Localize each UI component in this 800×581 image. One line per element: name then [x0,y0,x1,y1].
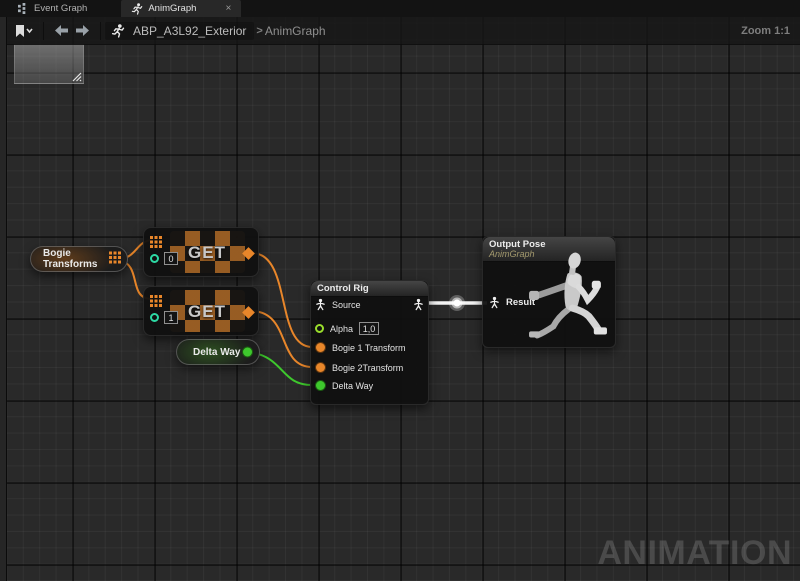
graph-toolbar: ABP_A3L92_Exterior > AnimGraph Zoom 1:1 [7,17,800,45]
pin-delta-way-in[interactable] [315,380,326,391]
event-graph-icon [18,3,29,14]
tab-animgraph[interactable]: AnimGraph × [121,0,241,17]
pin-label: Source [332,300,361,310]
get-node-title: GET [168,243,246,263]
pin-label: Alpha [330,324,353,334]
node-output-pose[interactable]: Output Pose AnimGraph Result [482,236,616,348]
get0-index-value[interactable]: 0 [164,252,178,265]
node-control-rig[interactable]: Control Rig Source Alpha 1,0 Bogie 1 Tra… [310,280,429,405]
pose-pin-icon [413,298,424,311]
alpha-value-field[interactable]: 1,0 [359,322,379,335]
animgraph-editor-window: ANIMATION Event Graph [0,0,800,581]
window-left-strip [0,0,7,581]
get-node-title: GET [168,302,246,322]
pin-bogie1-transform-in[interactable] [315,342,326,353]
array-grid-pin-icon [109,252,121,264]
pin-control-rig-pose-out[interactable] [413,298,424,316]
tab-event-graph[interactable]: Event Graph [8,0,97,17]
pin-bogie-transforms-array-out[interactable] [109,252,121,267]
breadcrumb-separator-icon: > [256,25,262,37]
node-header[interactable]: Control Rig [311,281,428,297]
row-delta-way: Delta Way [315,380,373,391]
row-source: Source [315,298,361,311]
pin-bogie2-transform-in[interactable] [315,362,326,373]
running-person-icon [111,24,125,38]
running-person-icon [131,3,143,15]
pin-label: Delta Way [332,381,373,391]
pin-alpha-in[interactable] [315,324,324,333]
node-variable-bogie-transforms[interactable]: Bogie Transforms [30,246,128,272]
tab-close-icon[interactable]: × [212,3,232,14]
pose-pin-icon[interactable] [489,296,500,309]
pin-get0-index-in[interactable] [150,254,159,263]
graph-type-watermark: ANIMATION [597,534,792,573]
toolbar-separator [100,22,101,40]
array-grid-pin-icon [150,295,162,307]
pin-get1-index-in[interactable] [150,313,159,322]
zoom-level-label: Zoom 1:1 [741,25,790,37]
array-grid-pin-icon [150,236,162,248]
pin-label: Bogie 1 Transform [332,343,406,353]
tab-label: AnimGraph [148,3,196,14]
row-bogie2-transform: Bogie 2Transform [315,362,403,373]
back-arrow-icon[interactable] [54,25,69,36]
node-get-0[interactable]: GET 0 [143,227,259,277]
breadcrumb-root[interactable]: ABP_A3L92_Exterior [133,24,246,38]
tab-label: Event Graph [34,3,87,14]
toolbar-separator [43,22,44,40]
breadcrumb-current[interactable]: AnimGraph [265,24,326,38]
node-variable-delta-way[interactable]: Delta Way [176,339,260,365]
row-bogie1-transform: Bogie 1 Transform [315,342,406,353]
pose-pin-icon[interactable] [315,298,326,311]
pin-get1-array-in[interactable] [150,294,162,312]
pin-delta-way-out[interactable] [242,347,253,358]
get1-index-value[interactable]: 1 [164,311,178,324]
bookmark-icon[interactable] [13,24,33,38]
forward-arrow-icon[interactable] [75,25,90,36]
pin-label: Bogie 2Transform [332,363,403,373]
breadcrumb: ABP_A3L92_Exterior [105,22,254,40]
preview-panel[interactable] [14,44,84,84]
node-get-1[interactable]: GET 1 [143,286,259,336]
variable-label: Delta Way [193,347,240,358]
node-title: Control Rig [317,283,422,294]
pin-get0-array-in[interactable] [150,235,162,253]
running-mannequin-image [527,250,609,343]
resize-grip-icon[interactable] [70,70,82,82]
row-alpha: Alpha 1,0 [315,322,379,335]
tab-bar: Event Graph AnimGraph × [0,0,800,17]
